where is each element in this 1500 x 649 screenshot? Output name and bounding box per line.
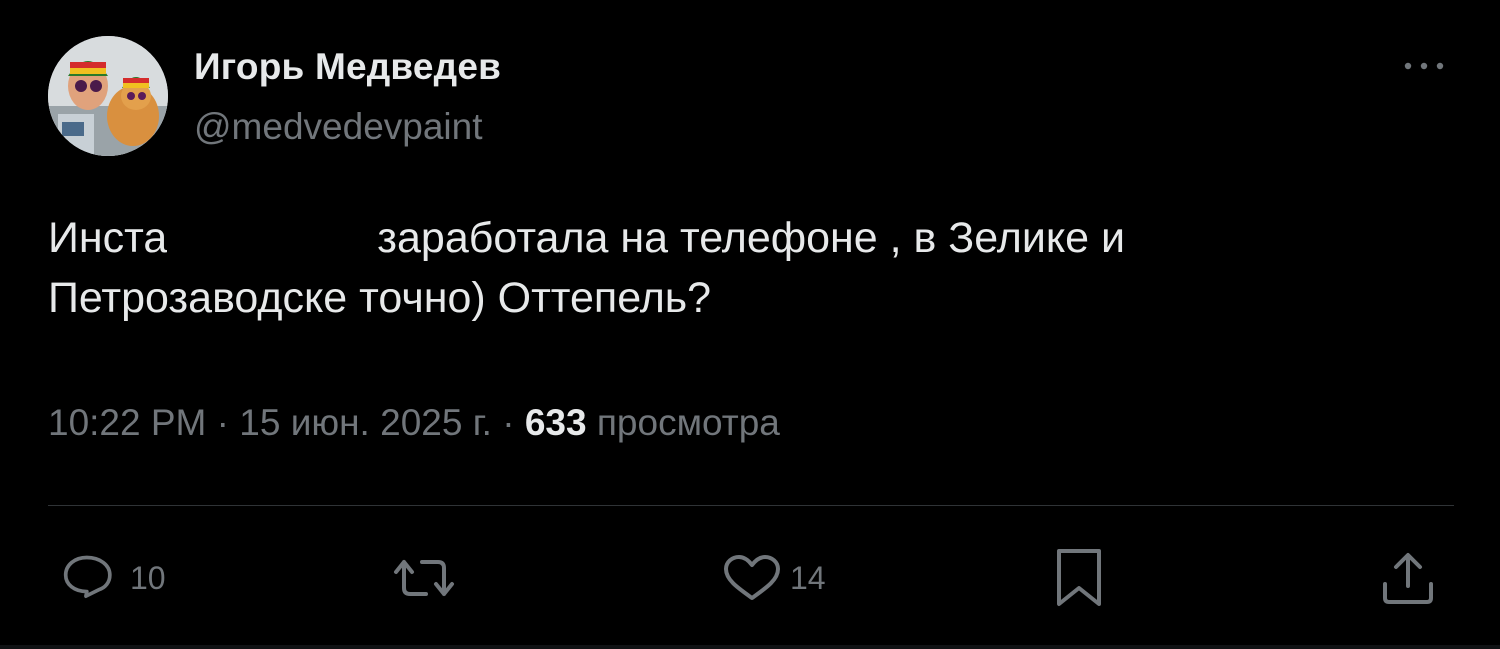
divider [48, 505, 1454, 506]
meta-separator: · [502, 402, 515, 443]
bookmark-button[interactable] [1054, 548, 1104, 608]
avatar[interactable] [48, 36, 168, 156]
tweet-text-end: заработала на телефоне , в Зелике и [377, 214, 1126, 262]
tweet-time[interactable]: 10:22 PM [48, 402, 206, 443]
bookmark-icon [1057, 549, 1101, 606]
share-icon [1383, 553, 1433, 604]
share-button[interactable] [1380, 548, 1436, 608]
retweet-button[interactable] [392, 548, 456, 608]
author-handle[interactable]: @medvedevpaint [194, 106, 483, 148]
more-options-button[interactable] [1398, 50, 1450, 82]
like-button[interactable]: 14 [722, 548, 826, 608]
reply-icon [63, 555, 112, 599]
tweet-text: Инста заработала на телефоне , в Зелике и… [48, 208, 1448, 328]
views-label: просмотра [596, 402, 780, 443]
redacted-area [167, 220, 378, 261]
tweet-detail: Игорь Медведев @medvedevpaint Инста зараб… [0, 0, 1500, 649]
reply-count: 10 [130, 559, 166, 596]
author-name[interactable]: Игорь Медведев [194, 46, 501, 88]
tweet-text-line-1: Инста заработала на телефоне , в Зелике и [48, 208, 1448, 268]
retweet-icon [394, 560, 454, 596]
views-count: 633 [524, 402, 587, 443]
heart-icon [724, 555, 780, 600]
tweet-text-line-2: Петрозаводске точно) Оттепель? [48, 274, 712, 322]
tweet-date[interactable]: 15 июн. 2025 г. [239, 402, 492, 443]
reply-button[interactable]: 10 [62, 548, 166, 608]
like-count: 14 [790, 559, 826, 596]
tweet-meta: 10:22 PM · 15 июн. 2025 г. · 633 просмот… [48, 402, 780, 444]
meta-separator: · [216, 402, 229, 443]
bottom-edge [0, 645, 1500, 649]
tweet-text-start: Инста [48, 214, 168, 262]
more-horizontal-icon [1404, 62, 1444, 70]
avatar-image [48, 36, 168, 156]
